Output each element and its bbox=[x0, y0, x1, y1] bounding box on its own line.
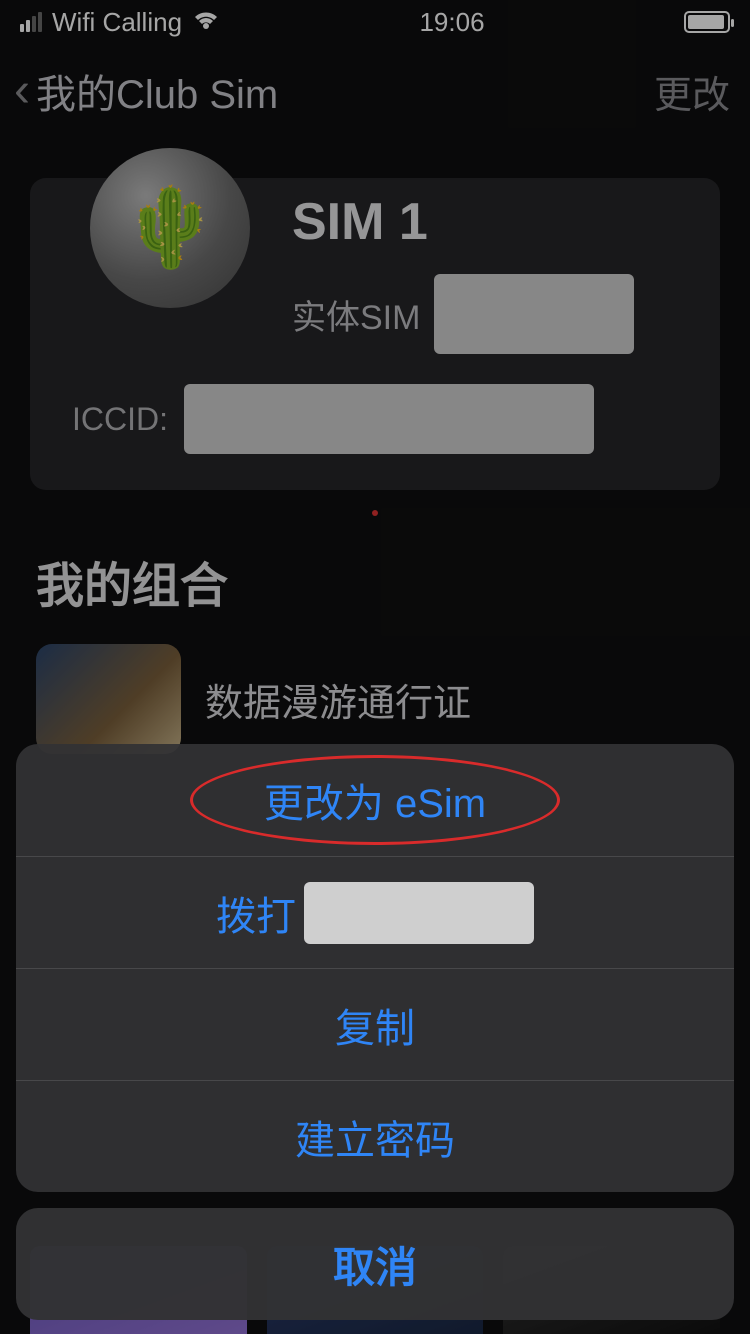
sheet-cancel[interactable]: 取消 bbox=[16, 1208, 734, 1320]
dial-number-redacted bbox=[304, 882, 534, 944]
sheet-item-label: 取消 bbox=[333, 1234, 417, 1295]
sheet-item-label: 复制 bbox=[335, 996, 415, 1054]
sheet-create-password[interactable]: 建立密码 bbox=[16, 1080, 734, 1192]
action-sheet: 更改为 eSim 拨打 复制 建立密码 取消 bbox=[16, 744, 734, 1320]
sheet-copy[interactable]: 复制 bbox=[16, 968, 734, 1080]
sheet-item-label: 更改为 eSim bbox=[264, 771, 486, 829]
sheet-change-to-esim[interactable]: 更改为 eSim bbox=[16, 744, 734, 856]
sheet-item-label: 建立密码 bbox=[295, 1108, 455, 1166]
sheet-item-label: 拨打 bbox=[216, 884, 296, 942]
sheet-dial[interactable]: 拨打 bbox=[16, 856, 734, 968]
